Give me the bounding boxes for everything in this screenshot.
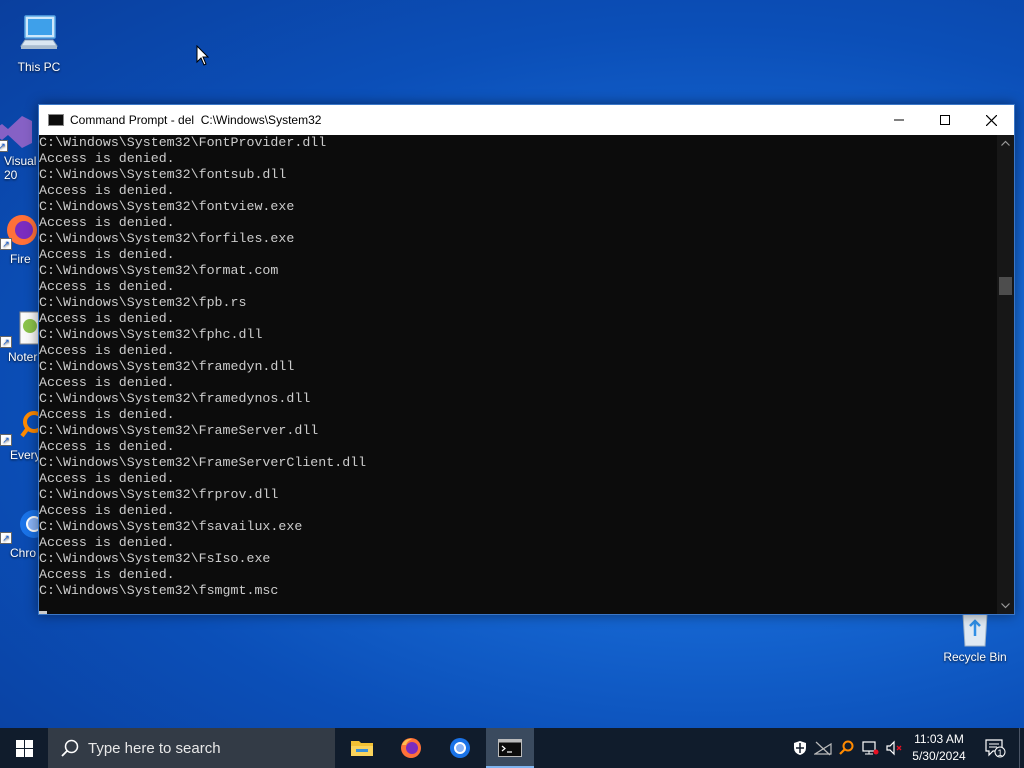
computer-icon xyxy=(15,10,63,58)
tray-volume-muted-icon[interactable] xyxy=(884,738,904,758)
desktop-icon-this-pc[interactable]: This PC xyxy=(1,10,77,74)
taskbar-firefox[interactable] xyxy=(387,728,435,768)
close-icon xyxy=(985,114,997,126)
visual-studio-icon: ↗ xyxy=(0,112,36,152)
console-line: Access is denied. xyxy=(39,247,175,262)
console-line: C:\Windows\System32\fsavailux.exe xyxy=(39,519,303,534)
search-icon xyxy=(61,739,79,757)
console-line: C:\Windows\System32\FsIso.exe xyxy=(39,551,271,566)
console-line: Access is denied. xyxy=(39,311,175,326)
console-line: C:\Windows\System32\frprov.dll xyxy=(39,487,279,502)
close-button[interactable] xyxy=(968,105,1014,135)
window-titlebar[interactable]: Command Prompt - del C:\Windows\System32 xyxy=(39,105,1014,135)
show-desktop-button[interactable] xyxy=(1019,728,1024,768)
action-center-button[interactable]: 1 xyxy=(980,728,1010,768)
console-line: Access is denied. xyxy=(39,215,175,230)
text-cursor xyxy=(39,611,47,614)
cmd-app-icon xyxy=(48,114,64,126)
console-line: C:\Windows\System32\FontProvider.dll xyxy=(39,135,327,150)
tray-network-disconnected-icon[interactable] xyxy=(813,738,833,758)
console-line: Access is denied. xyxy=(39,471,175,486)
console-line: C:\Windows\System32\FrameServerClient.dl… xyxy=(39,455,367,470)
console-line: Access is denied. xyxy=(39,407,175,422)
console-line: C:\Windows\System32\fsmgmt.msc xyxy=(39,583,279,598)
search-magnifier-icon: ↗ xyxy=(0,406,45,446)
firefox-icon: ↗ xyxy=(0,210,40,250)
mouse-cursor-icon xyxy=(196,44,210,72)
folder-icon xyxy=(351,741,373,756)
console-line: Access is denied. xyxy=(39,439,175,454)
chrome-icon: ↗ xyxy=(0,504,48,544)
console-line: Access is denied. xyxy=(39,503,175,518)
console-line: C:\Windows\System32\fphc.dll xyxy=(39,327,263,342)
console-output[interactable]: C:\Windows\System32\FontProvider.dll Acce… xyxy=(39,135,997,614)
scroll-up-button[interactable] xyxy=(997,135,1014,152)
desktop-icon-label: This PC xyxy=(17,60,61,74)
console-line: Access is denied. xyxy=(39,567,175,582)
console-line: Access is denied. xyxy=(39,375,175,390)
chrome-icon xyxy=(450,738,470,758)
console-line: C:\Windows\System32\fpb.rs xyxy=(39,295,247,310)
shortcut-arrow-icon: ↗ xyxy=(0,434,12,446)
recycle-bin-icon xyxy=(951,610,999,648)
console-line: C:\Windows\System32\fontsub.dll xyxy=(39,167,287,182)
vertical-scrollbar[interactable] xyxy=(997,135,1014,614)
tray-security-icon[interactable] xyxy=(790,738,810,758)
console-line: C:\Windows\System32\forfiles.exe xyxy=(39,231,295,246)
chevron-down-icon xyxy=(1001,603,1010,609)
clock-time: 11:03 AM xyxy=(914,732,964,746)
scroll-down-button[interactable] xyxy=(997,597,1014,614)
console-line: Access is denied. xyxy=(39,535,175,550)
shortcut-arrow-icon: ↗ xyxy=(0,532,12,544)
taskbar-search-box[interactable]: Type here to search xyxy=(48,728,335,768)
shortcut-arrow-icon: ↗ xyxy=(0,238,12,250)
firefox-icon xyxy=(401,738,421,758)
windows-logo-icon xyxy=(15,739,33,757)
console-line: C:\Windows\System32\framedyn.dll xyxy=(39,359,295,374)
taskbar-clock[interactable]: 11:03 AM 5/30/2024 xyxy=(904,731,974,765)
tray-network-icon[interactable] xyxy=(860,738,880,758)
desktop-icon-recycle-bin[interactable]: Recycle Bin xyxy=(937,610,1013,664)
maximize-icon xyxy=(940,115,950,125)
terminal-icon xyxy=(498,739,522,757)
console-line: C:\Windows\System32\framedynos.dll xyxy=(39,391,311,406)
console-line: Access is denied. xyxy=(39,183,175,198)
taskbar-chrome[interactable] xyxy=(436,728,484,768)
taskbar-command-prompt[interactable] xyxy=(486,728,534,768)
console-line: Access is denied. xyxy=(39,151,175,166)
maximize-button[interactable] xyxy=(922,105,968,135)
command-prompt-window[interactable]: Command Prompt - del C:\Windows\System32… xyxy=(38,104,1015,615)
minimize-button[interactable] xyxy=(876,105,922,135)
search-placeholder: Type here to search xyxy=(88,739,221,757)
minimize-icon xyxy=(894,119,904,121)
chevron-up-icon xyxy=(1001,140,1010,146)
console-lines: C:\Windows\System32\FontProvider.dll Acce… xyxy=(39,135,366,599)
console-line: Access is denied. xyxy=(39,279,175,294)
tray-search-app-icon[interactable] xyxy=(836,738,856,758)
shortcut-arrow-icon: ↗ xyxy=(0,336,12,348)
window-title: Command Prompt - del C:\Windows\System32 xyxy=(70,113,322,127)
scrollbar-thumb[interactable] xyxy=(999,277,1012,295)
clock-date: 5/30/2024 xyxy=(912,749,966,763)
console-line: C:\Windows\System32\format.com xyxy=(39,263,279,278)
console-line: C:\Windows\System32\fontview.exe xyxy=(39,199,295,214)
console-line: Access is denied. xyxy=(39,343,175,358)
start-button[interactable] xyxy=(0,728,48,768)
taskbar-file-explorer[interactable] xyxy=(338,728,386,768)
desktop-icon-label: Recycle Bin xyxy=(943,650,1007,664)
console-line: C:\Windows\System32\FrameServer.dll xyxy=(39,423,319,438)
notification-count: 1 xyxy=(997,748,1003,758)
taskbar: Type here to search 11:03 AM 5/30/2024 1 xyxy=(0,728,1024,768)
shortcut-arrow-icon: ↗ xyxy=(0,140,8,152)
notepad-icon: ↗ xyxy=(0,308,41,348)
